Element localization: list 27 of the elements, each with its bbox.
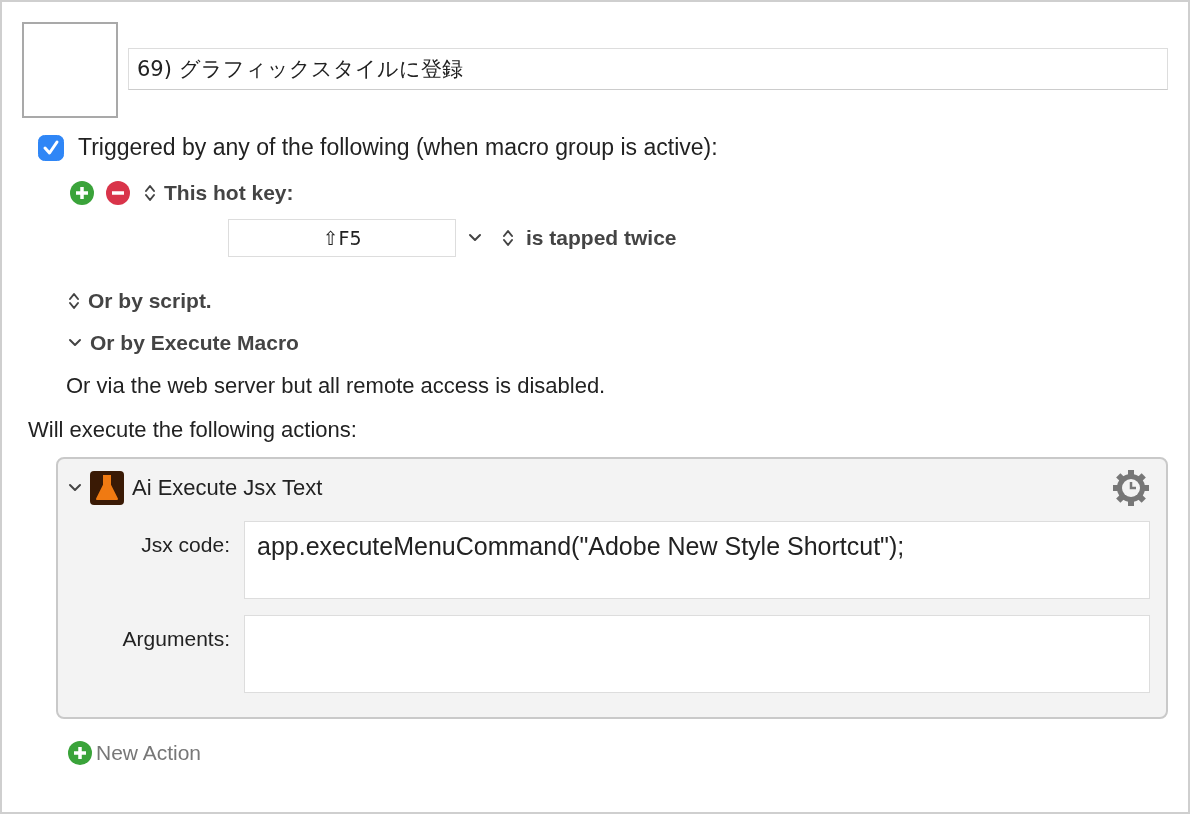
trigger-checkbox[interactable]: [38, 134, 64, 161]
trigger-option-label[interactable]: Or by Execute Macro: [90, 331, 299, 355]
gear-clock-icon[interactable]: [1112, 469, 1150, 507]
hot-key-field[interactable]: ⇧F5: [228, 219, 456, 257]
action-title: Ai Execute Jsx Text: [132, 475, 324, 501]
web-server-note: Or via the web server but all remote access is disabled.: [66, 373, 607, 399]
chevron-down-icon[interactable]: [68, 338, 82, 348]
up-down-chevron-icon[interactable]: [502, 228, 514, 248]
macro-name-field[interactable]: 69) グラフィックスタイルに登録: [128, 48, 1168, 90]
up-down-chevron-icon[interactable]: [144, 183, 156, 203]
field-label: Jsx code:: [140, 532, 230, 557]
actions-heading: Will execute the following actions:: [28, 417, 358, 443]
add-icon[interactable]: [68, 741, 92, 765]
hot-key-trigger-label[interactable]: This hot key:: [164, 181, 294, 205]
hot-key-mode-label[interactable]: is tapped twice: [526, 226, 677, 250]
remove-icon[interactable]: [106, 181, 130, 205]
trigger-label: Triggered by any of the following (when macro group is active):: [78, 134, 718, 161]
flask-icon: [90, 471, 124, 505]
chevron-down-icon[interactable]: [468, 233, 482, 243]
add-icon[interactable]: [70, 181, 94, 205]
new-action-link[interactable]: New Action: [96, 741, 202, 765]
field-label: Arguments:: [121, 626, 230, 651]
text-field[interactable]: [244, 615, 1150, 693]
text-field[interactable]: app.executeMenuCommand("Adobe New Style Shortcut");: [244, 521, 1150, 599]
up-down-chevron-icon[interactable]: [68, 291, 80, 311]
trigger-option-label[interactable]: Or by script.: [88, 289, 212, 313]
chevron-down-icon[interactable]: [68, 483, 82, 493]
